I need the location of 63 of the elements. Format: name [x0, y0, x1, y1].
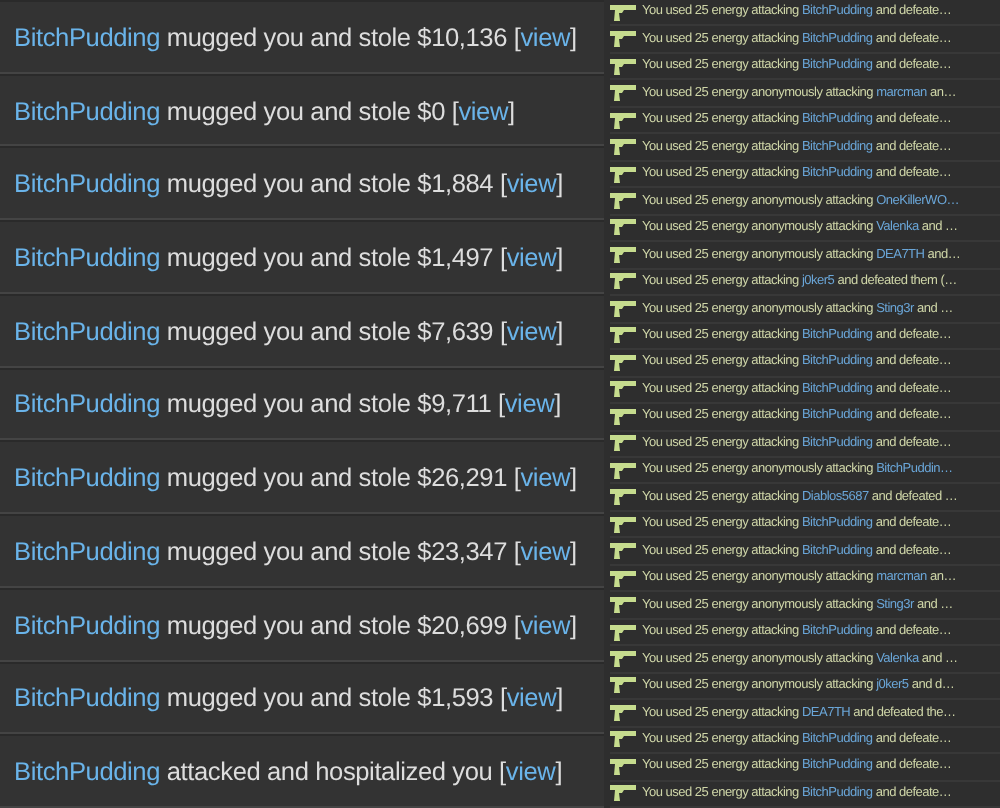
player-link[interactable]: BitchPudding [14, 315, 161, 346]
pistol-icon [610, 488, 636, 507]
player-link[interactable]: BitchPudding [14, 462, 161, 493]
pistol-icon [610, 676, 636, 695]
view-link[interactable]: view [520, 462, 571, 493]
event-message: BitchPudding mugged you and stole $26,291 [view] [14, 460, 577, 497]
player-link[interactable]: BitchPudding [14, 756, 161, 787]
pistol-icon [610, 542, 636, 561]
player-link[interactable]: BitchPudding [14, 21, 161, 52]
player-link[interactable]: BitchPudding [14, 95, 161, 125]
player-link[interactable]: BitchPudding [14, 609, 161, 640]
event-message: BitchPudding mugged you and stole $1,497 [view] [14, 239, 563, 276]
view-link[interactable]: view [506, 168, 557, 199]
pistol-icon [610, 407, 636, 426]
pistol-icon [610, 515, 636, 534]
view-link[interactable]: view [504, 388, 555, 419]
pistol-icon [610, 30, 636, 49]
event-message: BitchPudding mugged you and stole $23,347 [view] [14, 533, 577, 570]
pistol-icon [610, 245, 636, 264]
pistol-icon [610, 84, 636, 103]
pistol-icon [610, 299, 636, 318]
pistol-icon [610, 623, 636, 642]
player-link[interactable]: BitchPudding [14, 388, 161, 419]
view-link[interactable]: view [506, 241, 557, 272]
pistol-icon [610, 380, 636, 399]
pistol-icon [610, 569, 636, 588]
pistol-icon [610, 218, 636, 237]
pistol-icon [610, 461, 636, 480]
pistol-icon [610, 272, 636, 291]
event-message: BitchPudding mugged you and stole $7,639 [view] [14, 313, 563, 350]
pistol-icon [610, 757, 636, 776]
pistol-icon [610, 57, 636, 76]
event-message: BitchPudding mugged you and stole $1,593 [view] [14, 680, 563, 717]
view-link[interactable]: view [506, 315, 557, 346]
pistol-icon [610, 434, 636, 453]
view-link[interactable]: view [458, 95, 509, 125]
pistol-icon [610, 353, 636, 372]
view-link[interactable]: view [505, 756, 556, 787]
event-message: BitchPudding mugged you and stole $0 [view] [14, 93, 515, 130]
player-link[interactable]: BitchPudding [14, 682, 161, 713]
view-link[interactable]: view [520, 609, 571, 640]
view-link[interactable]: view [520, 535, 571, 566]
pistol-icon [610, 3, 636, 22]
pistol-icon [610, 138, 636, 157]
pistol-icon [610, 192, 636, 211]
player-link[interactable]: BitchPudding [14, 241, 161, 272]
player-link[interactable]: BitchPudding [14, 535, 161, 566]
event-message: BitchPudding attacked and hospitalized you [view] [14, 754, 563, 791]
event-message: BitchPudding mugged you and stole $20,699 [view] [14, 607, 577, 644]
player-link[interactable]: BitchPudding [14, 168, 161, 199]
event-message: BitchPudding mugged you and stole $10,136 [view] [14, 19, 577, 56]
pistol-icon [610, 165, 636, 184]
pistol-icon [610, 730, 636, 749]
event-message: BitchPudding mugged you and stole $1,884 [view] [14, 166, 563, 203]
view-link[interactable]: view [520, 21, 571, 52]
event-message: BitchPudding mugged you and stole $9,711 [view] [14, 386, 562, 423]
view-link[interactable]: view [506, 682, 557, 713]
pistol-icon [610, 596, 636, 615]
pistol-icon [610, 326, 636, 345]
pistol-icon [610, 784, 636, 803]
pistol-icon [610, 111, 636, 130]
pistol-icon [610, 703, 636, 722]
pistol-icon [610, 649, 636, 668]
